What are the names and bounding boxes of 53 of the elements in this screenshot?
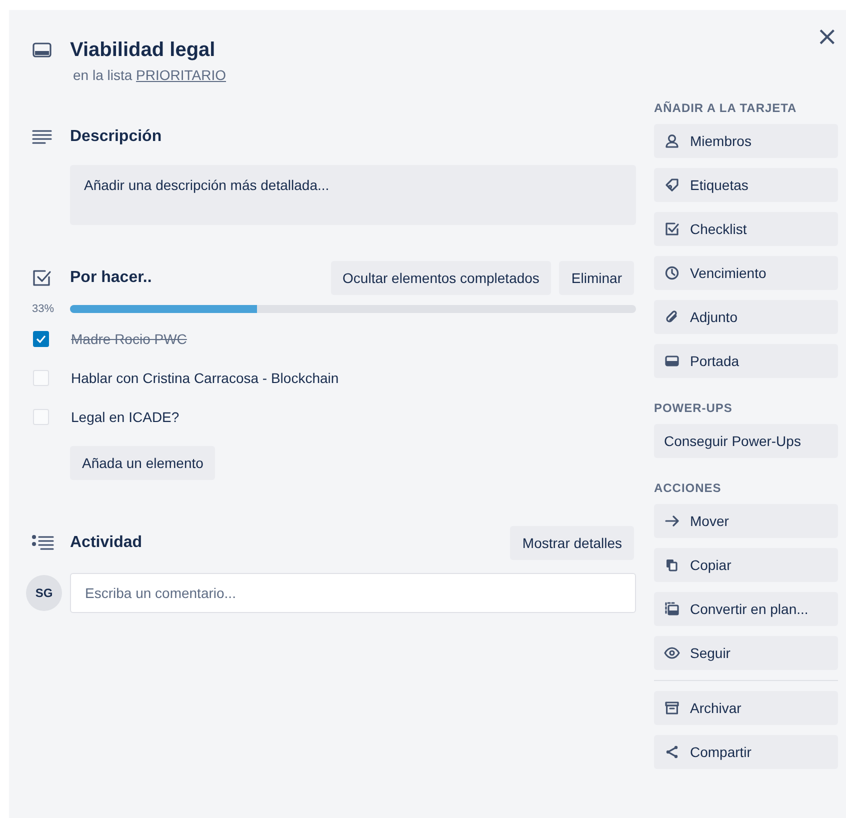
progress-percent: 33%: [32, 303, 56, 315]
sidebar-button[interactable]: Convertir en plan...: [654, 592, 838, 626]
section-heading: Actividad: [70, 533, 144, 553]
tag-icon: [664, 178, 680, 192]
card-icon: [32, 42, 52, 58]
sidebar-button[interactable]: Miembros: [654, 124, 838, 158]
sidebar-button[interactable]: Vencimiento: [654, 256, 838, 290]
person-icon: [664, 134, 680, 148]
sidebar-button[interactable]: Adjunto: [654, 300, 838, 334]
cover-icon: [664, 354, 680, 368]
checkmark-icon: [36, 334, 46, 342]
delete-button[interactable]: Eliminar: [559, 261, 634, 295]
list-location: en la lista PRIORITARIO: [73, 67, 228, 83]
section-heading: POWER-UPS: [654, 400, 734, 416]
sidebar-button[interactable]: Copiar: [654, 548, 838, 582]
activity-icon: [32, 535, 54, 551]
share-icon: [664, 745, 680, 759]
paperclip-icon: [664, 310, 680, 324]
checkbox[interactable]: [33, 408, 49, 424]
section-heading: AÑADIR A LA TARJETA: [654, 100, 798, 116]
section-heading: Por hacer..: [70, 268, 153, 288]
arrow-icon: [664, 514, 680, 528]
checkbox-icon: [664, 222, 680, 236]
checklist-item[interactable]: Madre Rocio PWC: [71, 330, 187, 346]
archive-icon: [664, 701, 680, 715]
description-field[interactable]: Añadir una descripción más detallada...: [70, 165, 636, 225]
card-title: Viabilidad legal: [70, 38, 216, 62]
show-details-button[interactable]: Mostrar detalles: [510, 526, 634, 560]
comment-field[interactable]: Escriba un comentario...: [70, 573, 636, 613]
section-heading: ACCIONES: [654, 480, 722, 496]
list-link[interactable]: PRIORITARIO: [136, 67, 226, 83]
sidebar-button[interactable]: Archivar: [654, 691, 838, 725]
copy-icon: [664, 558, 680, 572]
checklist-item[interactable]: Hablar con Cristina Carracosa - Blockchain: [71, 370, 339, 386]
checkbox[interactable]: [33, 370, 49, 386]
sidebar-button[interactable]: Seguir: [654, 636, 838, 670]
sidebar-button[interactable]: Mover: [654, 504, 838, 538]
clock-icon: [664, 266, 680, 280]
checklist-icon: [32, 268, 52, 288]
sidebar-button[interactable]: Portada: [654, 344, 838, 378]
add-item-button[interactable]: Añada un elemento: [70, 446, 216, 480]
sidebar-button[interactable]: Etiquetas: [654, 168, 838, 202]
checklist-item[interactable]: Legal en ICADE?: [71, 408, 180, 424]
checkbox[interactable]: [33, 330, 49, 346]
sidebar-button[interactable]: Compartir: [654, 735, 838, 769]
sidebar-button[interactable]: Conseguir Power-Ups: [654, 424, 838, 458]
template-icon: [664, 602, 680, 616]
description-icon: [32, 129, 52, 145]
eye-icon: [664, 646, 680, 660]
section-heading: Descripción: [70, 127, 163, 147]
avatar[interactable]: SG: [26, 575, 62, 611]
hide-completed-button[interactable]: Ocultar elementos completados: [330, 261, 552, 295]
sidebar-button[interactable]: Checklist: [654, 212, 838, 246]
